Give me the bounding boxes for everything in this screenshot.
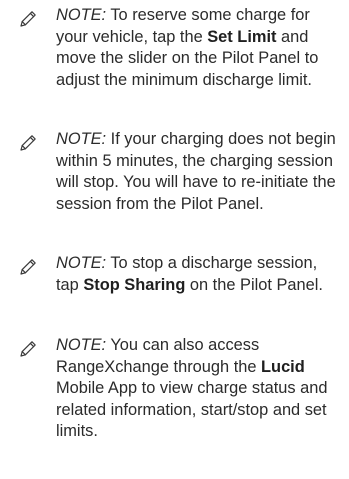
note-text: NOTE: You can also access RangeXchange t… <box>56 335 344 443</box>
stop-sharing-term: Stop Sharing <box>83 275 186 294</box>
note-text: NOTE: If your charging does not begin wi… <box>56 129 344 215</box>
note-body: on the Pilot Panel. <box>185 275 323 294</box>
note-text: NOTE: To reserve some charge for your ve… <box>56 5 344 91</box>
pencil-icon <box>18 9 38 29</box>
note-body: Mobile App to view charge status and rel… <box>56 379 328 441</box>
set-limit-term: Set Limit <box>207 27 277 46</box>
note-label: NOTE: <box>56 130 107 148</box>
lucid-term: Lucid <box>261 357 305 376</box>
note-label: NOTE: <box>56 254 107 272</box>
note-label: NOTE: <box>56 6 107 24</box>
pencil-icon <box>18 339 38 359</box>
pencil-icon <box>18 257 38 277</box>
note-text: NOTE: To stop a discharge session, tap S… <box>56 253 344 296</box>
note-label: NOTE: <box>56 336 107 354</box>
pencil-icon <box>18 133 38 153</box>
